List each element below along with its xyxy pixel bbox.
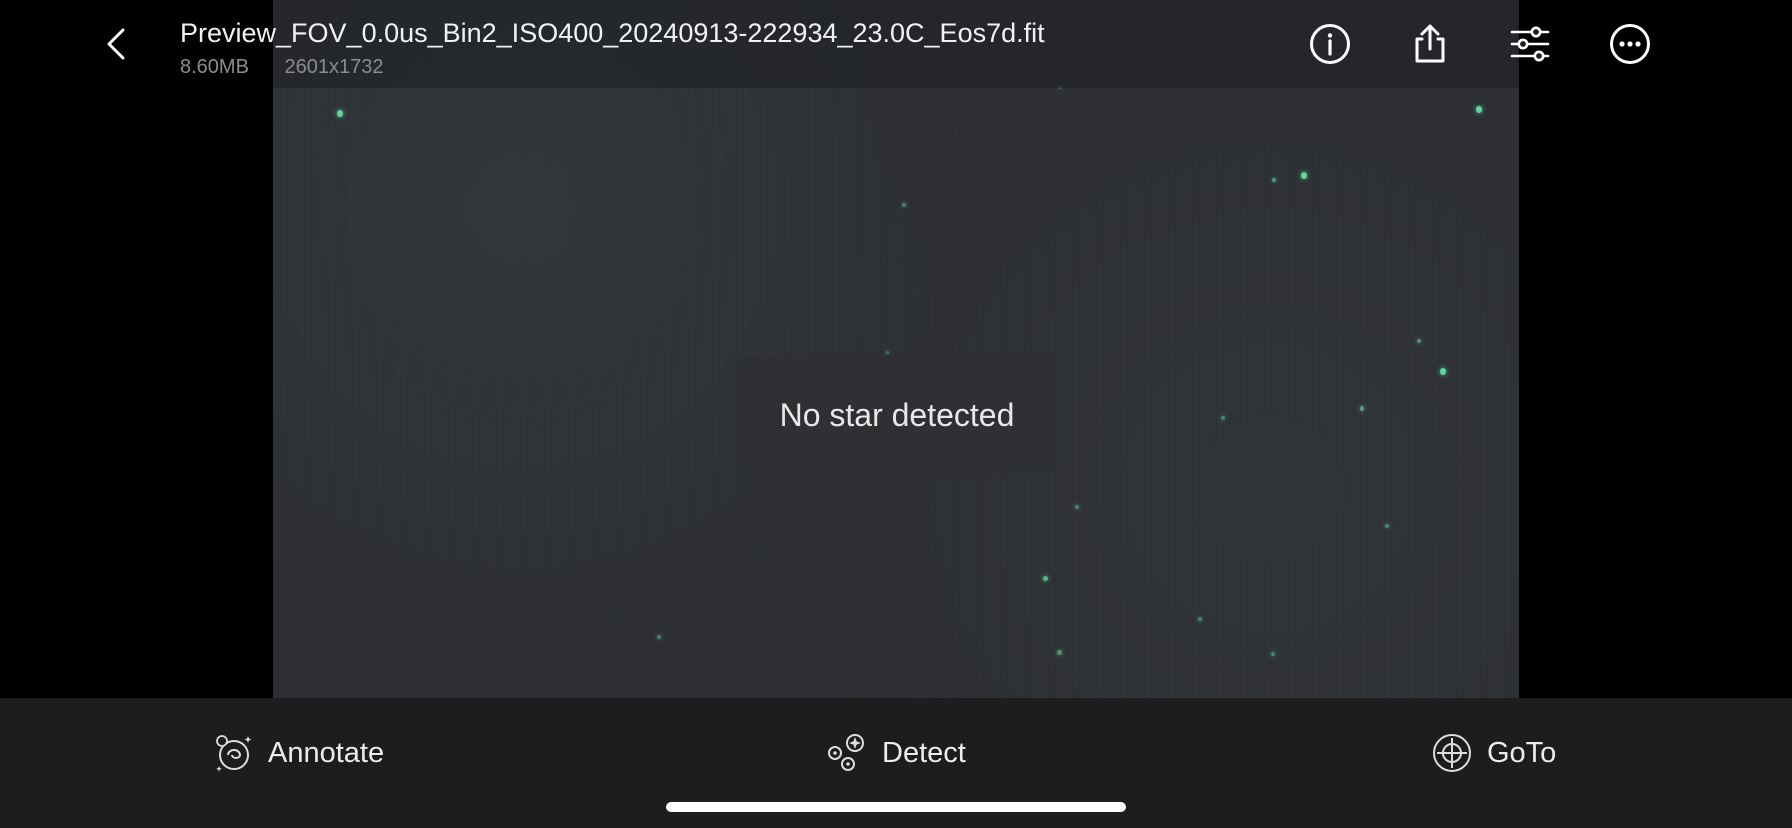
chevron-left-icon [107,28,125,60]
star-point [657,635,661,639]
info-icon [1310,24,1350,64]
detect-label: Detect [882,736,966,769]
file-title: Preview_FOV_0.0us_Bin2_ISO400_20240913-2… [180,18,1045,48]
annotate-button[interactable]: Annotate [214,728,384,778]
star-point [1301,172,1307,179]
star-point [1272,178,1276,182]
detect-stars-icon [828,734,864,771]
star-point [886,351,889,354]
image-resolution: 2601x1732 [284,56,384,78]
adjust-sliders-icon [1510,26,1550,62]
star-point [1476,106,1482,113]
star-point [1057,650,1062,655]
star-point [1198,617,1202,621]
goto-label: GoTo [1487,736,1557,769]
more-button[interactable] [1608,22,1652,66]
annotate-label: Annotate [268,736,385,769]
more-icon [1610,24,1650,64]
info-button[interactable] [1308,22,1352,66]
adjust-button[interactable] [1508,22,1552,66]
star-point [1271,652,1275,656]
fits-image-preview[interactable] [273,0,1519,698]
star-point [1360,406,1364,411]
bottom-toolbar: Annotate Detect GoTo [0,698,1792,828]
home-indicator[interactable] [666,802,1126,812]
toast-message: No star detected [779,396,1015,433]
no-star-toast: No star detected [739,356,1055,474]
annotate-galaxy-icon [216,735,252,772]
star-point [1221,416,1225,420]
file-meta: 8.60MB 2601x1732 [180,56,383,79]
star-point [1385,524,1389,528]
star-point [1417,339,1421,343]
star-point [1075,505,1079,509]
star-point [1043,576,1048,581]
star-point [337,110,343,117]
goto-button[interactable]: GoTo [1431,728,1556,778]
share-button[interactable] [1408,22,1452,66]
crosshair-target-icon [1433,734,1471,772]
file-size: 8.60MB [180,56,249,78]
detect-button[interactable]: Detect [826,728,966,778]
star-point [1440,368,1446,375]
star-point [902,203,906,207]
share-icon [1415,24,1445,63]
back-button[interactable] [96,22,136,66]
